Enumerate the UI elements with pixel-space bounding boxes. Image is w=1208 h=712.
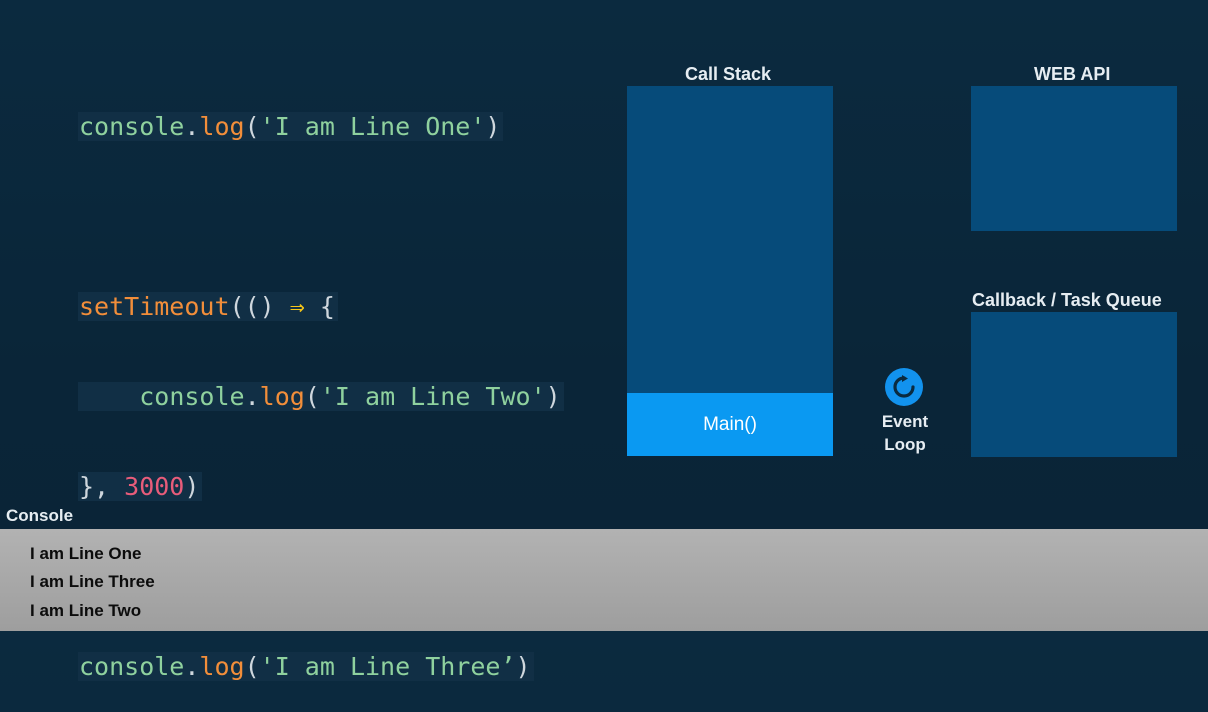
web-api-box [971,86,1177,231]
code-line-4: }, 3000) [78,472,564,502]
web-api-title: WEB API [1034,64,1111,84]
code-token: { [304,292,335,321]
code-token: (() [229,292,290,321]
console-output-line: I am Line Three [30,572,155,591]
code-gap [78,202,564,232]
event-loop-label-line-1: Event [881,412,929,431]
code-line-3: console.log('I am Line Two') [78,382,564,412]
code-token: . [184,112,200,141]
console-title: Console [6,506,74,525]
event-loop-label-line-2: Loop [884,435,926,454]
refresh-icon [885,368,923,406]
code-token: ( [244,112,260,141]
code-token: ) [545,382,561,411]
code-token: log [199,112,245,141]
code-number: 3000 [124,472,185,501]
refresh-icon-glyph [893,375,915,398]
code-token: log [259,382,305,411]
code-token: console [79,112,185,141]
event-loop-label: Event Loop [870,410,940,456]
code-token: log [199,652,245,681]
code-line-2: setTimeout(() ⇒ { [78,292,564,322]
code-line-5: console.log('I am Line Three’) [78,652,564,682]
code-token: . [244,382,260,411]
callback-queue-box [971,312,1177,457]
code-token: . [184,652,200,681]
code-arrow: ⇒ [289,292,305,321]
call-stack-box: Main() [627,86,833,456]
code-token: }, [79,472,125,501]
call-stack-title: Call Stack [685,64,772,84]
code-string: 'I am Line Two' [319,382,546,411]
code-string: 'I am Line One' [259,112,486,141]
code-string: 'I am Line Three’ [259,652,516,681]
console-output-line: I am Line One [30,544,142,563]
code-token: setTimeout [79,292,230,321]
code-token: ( [244,652,260,681]
code-token: ) [485,112,501,141]
code-token: console [79,652,185,681]
callback-queue-title: Callback / Task Queue [972,290,1162,310]
console-panel: I am Line One I am Line Three I am Line … [0,529,1208,631]
console-output-line: I am Line Two [30,601,142,620]
code-token: ) [184,472,200,501]
main-stack-frame: Main() [627,393,833,456]
code-token: console [139,382,245,411]
code-token: ) [515,652,531,681]
code-line-1: console.log('I am Line One') [78,112,564,142]
code-token: ( [304,382,320,411]
